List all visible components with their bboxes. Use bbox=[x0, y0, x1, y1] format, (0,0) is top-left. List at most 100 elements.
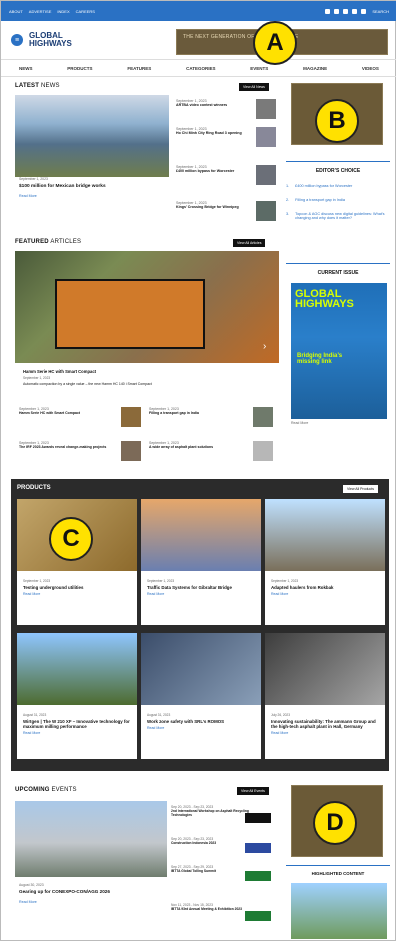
nav-products[interactable]: PRODUCTS bbox=[67, 66, 92, 71]
product-card-read-more[interactable]: Read More bbox=[147, 592, 255, 596]
latest-news-item[interactable]: September 1, 2023 £400 million bypass fo… bbox=[176, 165, 276, 187]
linkedin-icon[interactable] bbox=[343, 8, 349, 14]
products-title: PRODUCTS bbox=[17, 485, 51, 491]
highlighted-content-title: HIGHLIGHTED CONTENT bbox=[286, 865, 390, 876]
latest-news-item[interactable]: September 1, 2023 Ho Chi Minh City Ring … bbox=[176, 127, 276, 149]
product-card-read-more[interactable]: Read More bbox=[271, 592, 379, 596]
nav-news[interactable]: NEWS bbox=[19, 66, 33, 71]
event-logo bbox=[245, 871, 271, 881]
product-card-date: September 1, 2023 bbox=[271, 579, 299, 583]
product-card-title: Traffic Data Systems for Gibraltar Bridg… bbox=[147, 585, 232, 590]
event-item-title: IBTTA Global Tolling Summit bbox=[171, 869, 216, 873]
events-main-read-more[interactable]: Read More bbox=[19, 900, 37, 904]
featured-list-item-thumb bbox=[121, 441, 141, 461]
product-card-read-more[interactable]: Read More bbox=[23, 731, 131, 735]
nav-events[interactable]: EVENTS bbox=[250, 66, 268, 71]
current-issue-read-more[interactable]: Read More bbox=[291, 421, 308, 425]
featured-list-item[interactable]: September 1, 2023 A wide array of asphal… bbox=[149, 441, 249, 449]
product-card[interactable]: August 31, 2023 Wirtgen | The W 210 XF –… bbox=[17, 633, 137, 759]
view-all-news-button[interactable]: View All News bbox=[239, 83, 269, 91]
event-logo bbox=[245, 813, 271, 823]
product-card-read-more[interactable]: Read More bbox=[23, 592, 131, 596]
featured-list-item[interactable]: September 1, 2023 Filling a transport ga… bbox=[149, 407, 249, 415]
roller-illustration bbox=[55, 279, 205, 349]
event-logo bbox=[245, 843, 271, 853]
search-link[interactable]: SEARCH bbox=[372, 9, 389, 14]
product-card[interactable]: September 1, 2023 Adapted haulers from R… bbox=[265, 499, 385, 625]
featured-articles-title: FEATURED ARTICLES bbox=[15, 239, 81, 245]
product-card-date: September 1, 2023 bbox=[147, 579, 175, 583]
product-card[interactable]: July 26, 2023 Innovating sustainability:… bbox=[265, 633, 385, 759]
featured-list-item-thumb bbox=[253, 441, 273, 461]
view-all-articles-button[interactable]: View All Articles bbox=[233, 239, 266, 247]
product-card[interactable]: September 1, 2023 Traffic Data Systems f… bbox=[141, 499, 261, 625]
top-link-index[interactable]: INDEX bbox=[57, 9, 69, 14]
product-card-image bbox=[141, 633, 261, 705]
latest-news-title-bold: LATEST bbox=[15, 83, 40, 89]
latest-news-main-image[interactable] bbox=[15, 95, 169, 177]
event-item-title: Construction Indonesia 2023 bbox=[171, 841, 217, 845]
editors-choice-item-title: Topcon & AGC discuss new digital guideli… bbox=[295, 212, 385, 220]
latest-news-main-read-more[interactable]: Read More bbox=[19, 194, 37, 198]
events-main-title[interactable]: Gearing up for CONEXPO-CON/AGG 2026 bbox=[19, 889, 167, 894]
latest-news-item-thumb bbox=[256, 165, 276, 185]
editors-choice-item[interactable]: 1. £400 million bypass for Worcester bbox=[286, 184, 390, 188]
editors-choice-item[interactable]: 2. Filling a transport gap in India bbox=[286, 198, 390, 202]
current-issue-box: CURRENT ISSUE bbox=[286, 263, 390, 276]
view-all-products-button[interactable]: View All Products bbox=[343, 485, 378, 493]
event-item-title: IBTTA 93rd Annual Meeting & Exhibition 2… bbox=[171, 907, 242, 911]
featured-list-item[interactable]: September 1, 2023 Hamm Serie HC with Sma… bbox=[19, 407, 115, 415]
product-card-date: September 1, 2023 bbox=[23, 579, 51, 583]
editors-choice-item-number: 1. bbox=[286, 184, 290, 188]
editors-choice-item[interactable]: 3. Topcon & AGC discuss new digital guid… bbox=[286, 212, 390, 220]
editors-choice-item-title: £400 million bypass for Worcester bbox=[295, 184, 353, 188]
product-card-title: Testing underground utilities bbox=[23, 585, 84, 590]
top-bar: ABOUT ADVERTISE INDEX CAREERS SEARCH bbox=[1, 1, 396, 21]
product-card-title: Wirtgen | The W 210 XF – Innovative tech… bbox=[23, 719, 130, 729]
events-main-image[interactable] bbox=[15, 801, 167, 877]
featured-list-item-thumb bbox=[253, 407, 273, 427]
latest-news-item[interactable]: September 1, 2023 Kings’ Crossing Bridge… bbox=[176, 201, 276, 223]
events-title-bold: UPCOMING bbox=[15, 787, 50, 793]
featured-main-image[interactable]: › bbox=[15, 251, 279, 363]
marker-b: B bbox=[315, 99, 359, 143]
product-card-read-more[interactable]: Read More bbox=[271, 731, 379, 735]
latest-news-item[interactable]: September 1, 2023 ARTBA video contest wi… bbox=[176, 99, 276, 121]
featured-main-date: September 1, 2023 bbox=[23, 376, 51, 380]
product-card-read-more[interactable]: Read More bbox=[147, 726, 255, 730]
editors-choice-box: EDITOR’S CHOICE 1. £400 million bypass f… bbox=[286, 161, 390, 220]
top-link-advertise[interactable]: ADVERTISE bbox=[29, 9, 52, 14]
product-card[interactable]: August 31, 2023 Work zone safety with SR… bbox=[141, 633, 261, 759]
view-all-events-button[interactable]: View All Events bbox=[237, 787, 269, 795]
latest-news-item-thumb bbox=[256, 99, 276, 119]
editors-choice-item-title: Filling a transport gap in India bbox=[295, 198, 345, 202]
current-issue-cover[interactable]: GLOBAL HIGHWAYS Bridging India’s missing… bbox=[291, 283, 387, 419]
highlighted-content-image[interactable] bbox=[291, 883, 387, 939]
event-item[interactable]: Nov 11, 2023 - Nov 15, 2023 IBTTA 93rd A… bbox=[171, 903, 283, 911]
featured-list-item-title: The IRF 2023 Awards reveal change-making… bbox=[19, 445, 107, 449]
rss-icon[interactable] bbox=[361, 8, 367, 14]
top-link-careers[interactable]: CAREERS bbox=[76, 9, 95, 14]
nav-categories[interactable]: CATEGORIES bbox=[186, 66, 215, 71]
featured-list-item-thumb bbox=[121, 407, 141, 427]
youtube-icon[interactable] bbox=[352, 8, 358, 14]
product-card-date: July 26, 2023 bbox=[271, 713, 290, 717]
featured-list-item[interactable]: September 1, 2023 The IRF 2023 Awards re… bbox=[19, 441, 115, 449]
facebook-icon[interactable] bbox=[325, 8, 331, 14]
top-link-about[interactable]: ABOUT bbox=[9, 9, 23, 14]
featured-main-title[interactable]: Hamm Serie HC with Smart Compact bbox=[23, 369, 96, 374]
carousel-next-icon[interactable]: › bbox=[263, 341, 266, 352]
twitter-icon[interactable] bbox=[334, 8, 340, 14]
menu-icon[interactable]: ≡ bbox=[11, 34, 23, 46]
nav-videos[interactable]: VIDEOS bbox=[362, 66, 379, 71]
site-logo[interactable]: GLOBAL HIGHWAYS bbox=[29, 32, 72, 48]
nav-features[interactable]: FEATURES bbox=[127, 66, 151, 71]
nav-magazine[interactable]: MAGAZINE bbox=[303, 66, 327, 71]
latest-news-main-date: September 1, 2023 bbox=[19, 177, 48, 181]
event-item-title: 2nd International Workshop on Asphalt Re… bbox=[171, 809, 249, 817]
magazine-title: GLOBAL HIGHWAYS bbox=[295, 288, 354, 310]
latest-news-item-title: ARTBA video contest winners bbox=[176, 103, 228, 107]
editors-choice-item-number: 3. bbox=[286, 212, 290, 216]
latest-news-main-title[interactable]: $100 million for Mexican bridge works bbox=[19, 184, 169, 189]
latest-news-item-title: £400 million bypass for Worcester bbox=[176, 169, 235, 173]
